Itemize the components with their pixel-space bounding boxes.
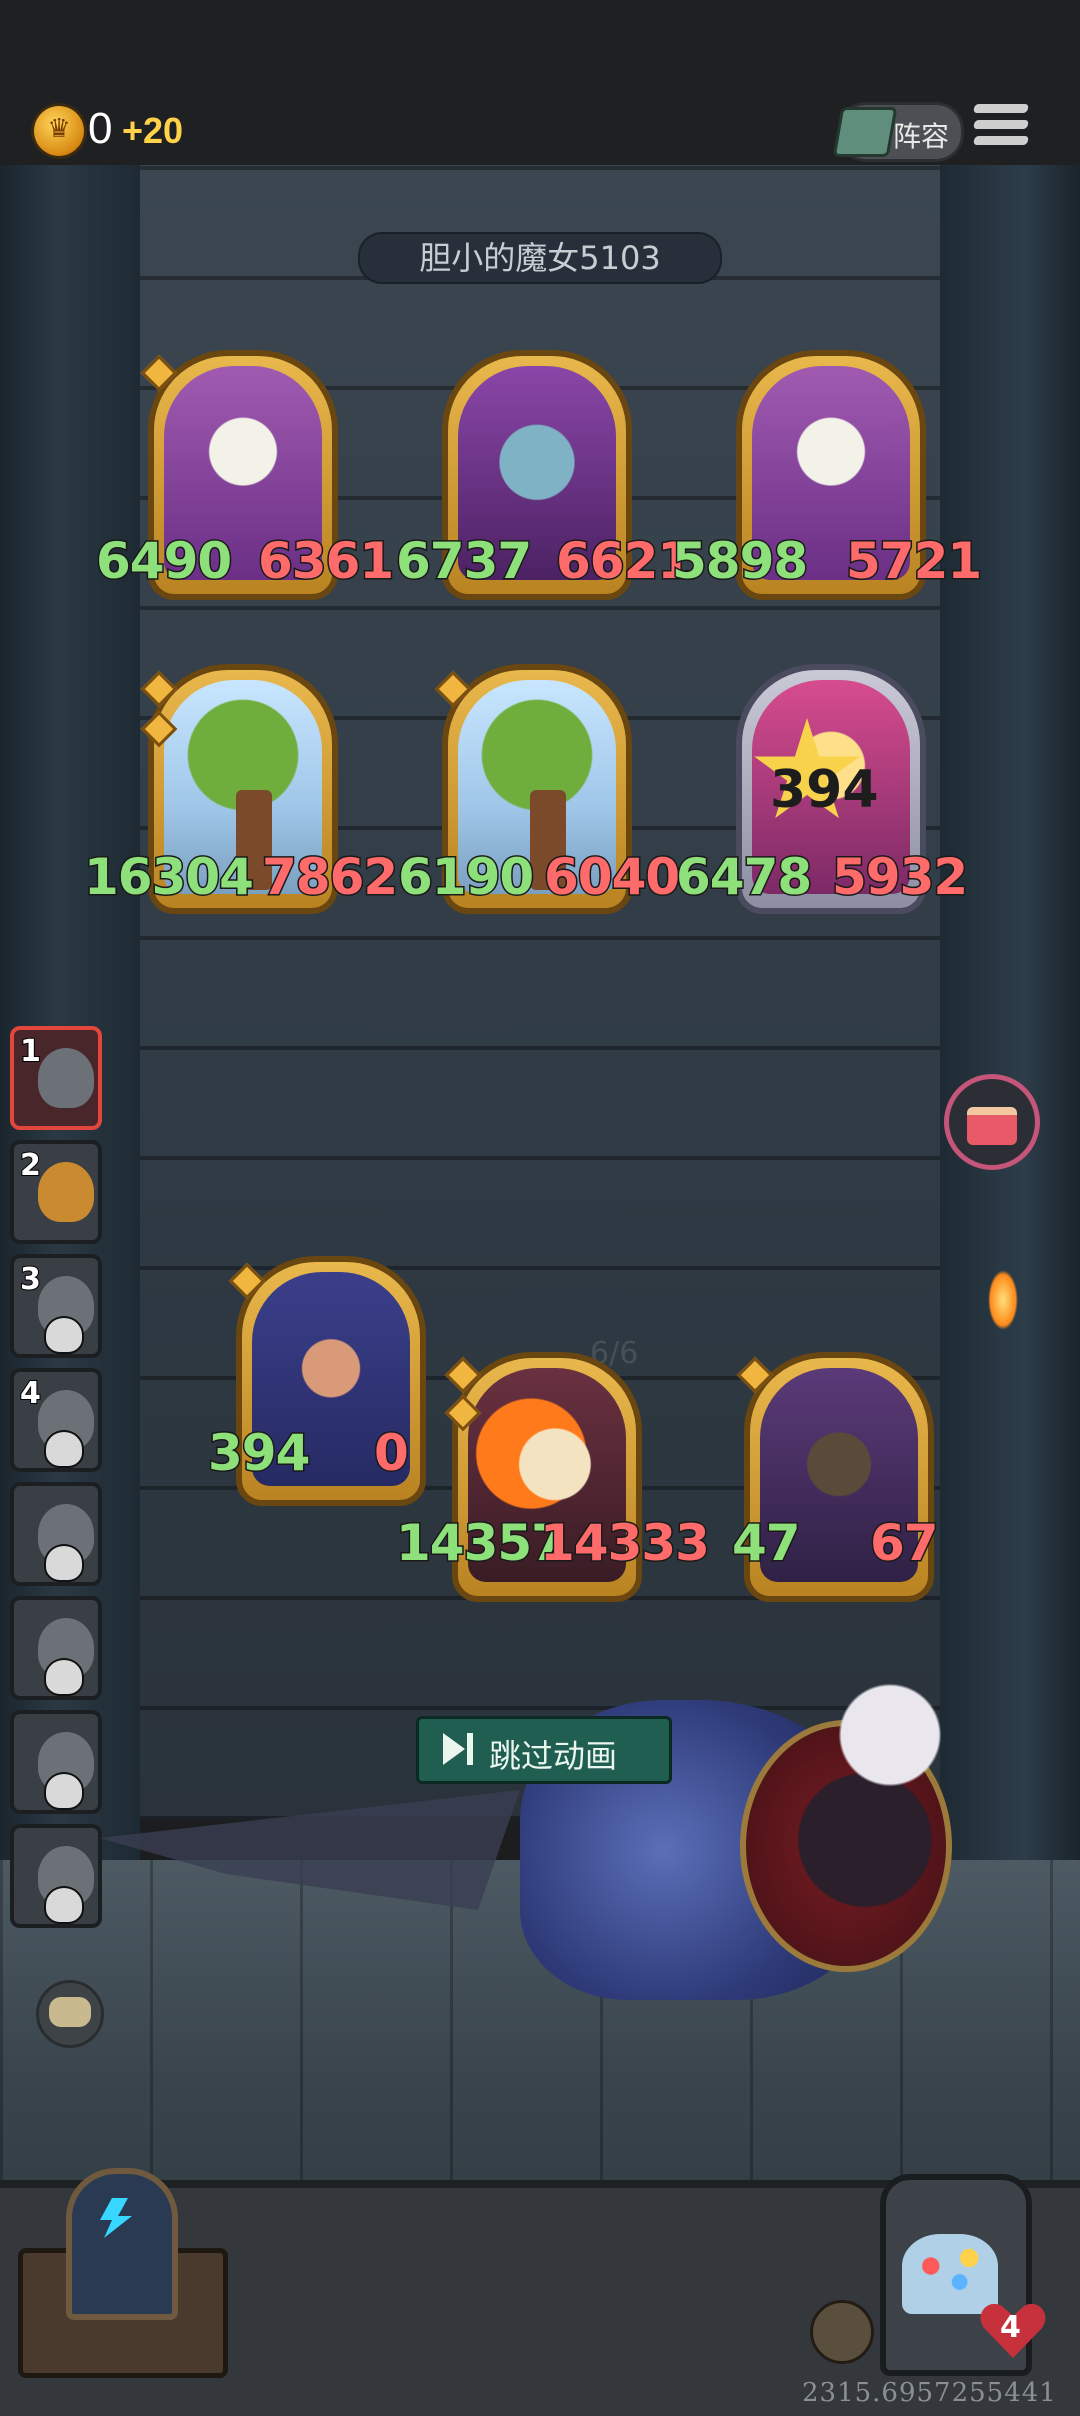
play-skip-icon bbox=[443, 1733, 465, 1765]
skull-icon bbox=[44, 1316, 84, 1354]
skull-icon bbox=[44, 1658, 84, 1696]
player-1-attack: 394 bbox=[206, 1423, 311, 1484]
enemy-2-attack: 6737 bbox=[394, 531, 533, 592]
cake-item-button[interactable] bbox=[944, 1074, 1040, 1170]
player-2-health: 14333 bbox=[539, 1513, 712, 1574]
lineup-label: 阵容 bbox=[893, 120, 950, 153]
queue-slot-1[interactable]: 1 bbox=[10, 1026, 102, 1130]
skull-icon bbox=[44, 1772, 84, 1810]
queue-slot-4[interactable]: 4 bbox=[10, 1368, 102, 1472]
skull-icon bbox=[44, 1886, 84, 1924]
coordinate-readout: 2315.6957255441 bbox=[802, 2378, 1057, 2408]
enemy-4-health: 7862 bbox=[260, 847, 399, 908]
damage-popup: 394 bbox=[770, 760, 879, 820]
crown-coin-icon: ♛ bbox=[34, 106, 84, 156]
enemy-5-attack: 6190 bbox=[396, 847, 535, 908]
skull-icon bbox=[44, 1430, 84, 1468]
chat-button[interactable] bbox=[36, 1980, 104, 2048]
enemy-6-attack: 6478 bbox=[674, 847, 813, 908]
queue-slot-6[interactable] bbox=[10, 1596, 102, 1700]
enemy-3-health: 5721 bbox=[844, 531, 983, 592]
treasure-portrait-icon bbox=[38, 1162, 94, 1222]
book-icon bbox=[832, 107, 898, 157]
enemy-5-health: 6040 bbox=[542, 847, 681, 908]
torch-icon bbox=[988, 1270, 1018, 1330]
enemy-2-health: 6621 bbox=[554, 531, 693, 592]
forge-shop-button[interactable] bbox=[18, 2158, 228, 2378]
lineup-button[interactable]: 阵容 bbox=[832, 102, 964, 162]
player-3-health: 67 bbox=[869, 1513, 941, 1574]
elf-portrait-icon bbox=[38, 1048, 94, 1108]
skip-label: 跳过动画 bbox=[489, 1737, 618, 1775]
enemy-1-attack: 6490 bbox=[94, 531, 233, 592]
cake-icon bbox=[967, 1107, 1017, 1145]
skip-animation-button[interactable]: 跳过动画 bbox=[416, 1716, 672, 1784]
player-3-attack: 47 bbox=[731, 1513, 803, 1574]
enemy-3-attack: 5898 bbox=[670, 531, 809, 592]
gold-bonus: +20 bbox=[122, 110, 184, 151]
right-pillar bbox=[940, 165, 1080, 1865]
player-1-health: 0 bbox=[373, 1423, 411, 1484]
queue-slot-7[interactable] bbox=[10, 1710, 102, 1814]
enemy-6-health: 5932 bbox=[830, 847, 969, 908]
queue-slot-5[interactable] bbox=[10, 1482, 102, 1586]
enemy-1-health: 6361 bbox=[256, 531, 395, 592]
menu-icon bbox=[973, 104, 1029, 113]
bell-icon[interactable] bbox=[810, 2300, 874, 2364]
menu-button[interactable] bbox=[973, 104, 1029, 154]
queue-slot-8[interactable] bbox=[10, 1824, 102, 1928]
demon-girl-boss bbox=[740, 1660, 990, 1960]
skull-icon bbox=[44, 1544, 84, 1582]
gold-count: 0 bbox=[88, 104, 113, 153]
enemy-name: 胆小的魔女5103 bbox=[358, 232, 722, 284]
lives-count: 4 bbox=[1000, 2310, 1021, 2345]
gumball-icon bbox=[902, 2234, 998, 2314]
chat-bubble-icon bbox=[49, 1997, 91, 2027]
enemy-4-attack: 16304 bbox=[83, 847, 256, 908]
queue-slot-2[interactable]: 2 bbox=[10, 1140, 102, 1244]
queue-slot-3[interactable]: 3 bbox=[10, 1254, 102, 1358]
